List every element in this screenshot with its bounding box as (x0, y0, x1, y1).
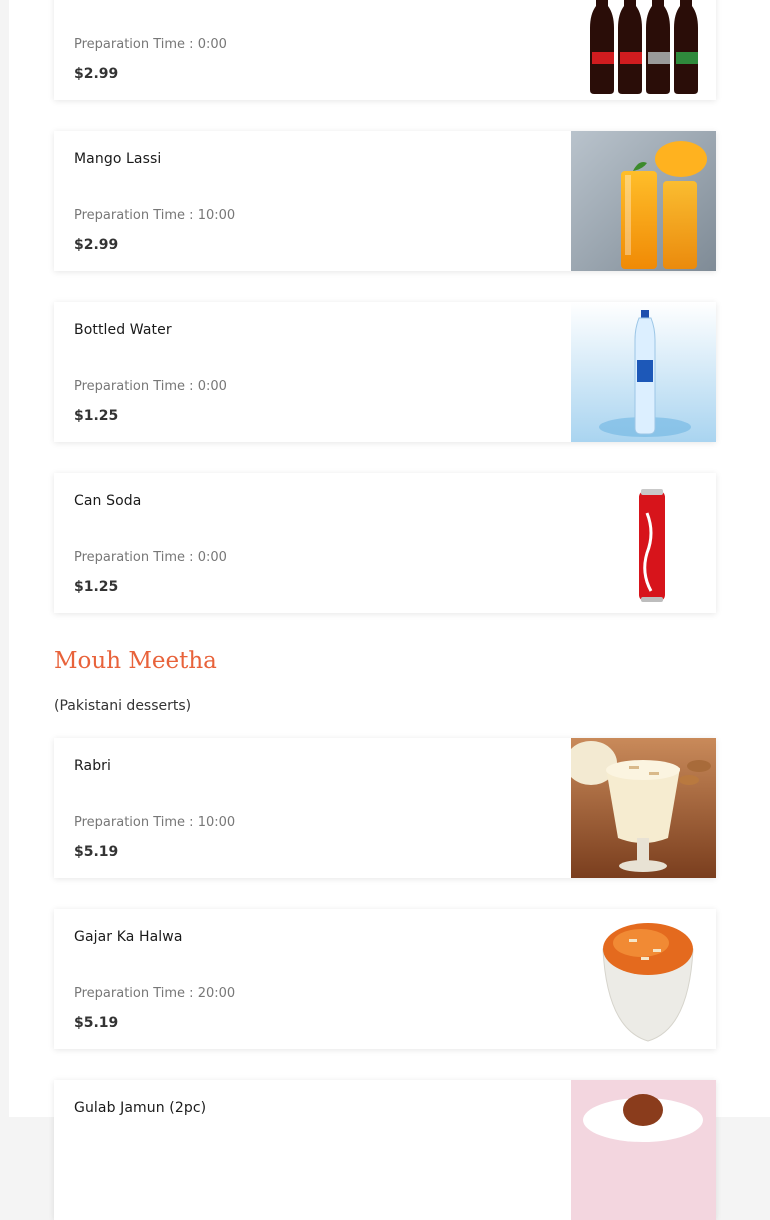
menu-item-card[interactable]: Rabri Preparation Time : 10:00 $5.19 (54, 738, 716, 878)
item-name: Bottled Water (74, 322, 172, 338)
section-subtitle: (Pakistani desserts) (54, 698, 192, 714)
item-name: Can Soda (74, 493, 142, 509)
rabri-image (571, 738, 716, 878)
menu-item-card[interactable]: Can Soda Preparation Time : 0:00 $1.25 (54, 473, 716, 613)
item-price: $5.19 (74, 844, 119, 860)
mango-lassi-image (571, 131, 716, 271)
menu-item-card[interactable]: Preparation Time : 0:00 $2.99 (54, 0, 716, 100)
menu-item-card[interactable]: Bottled Water Preparation Time : 0:00 $1… (54, 302, 716, 442)
item-price: $1.25 (74, 408, 119, 424)
coca-cola-can-image (571, 473, 716, 613)
item-name: Gajar Ka Halwa (74, 929, 183, 945)
item-prep-time: Preparation Time : 20:00 (74, 986, 236, 1001)
item-name: Gulab Jamun (2pc) (74, 1100, 207, 1116)
gulab-jamun-image (571, 1080, 716, 1220)
item-prep-time: Preparation Time : 10:00 (74, 208, 236, 223)
coca-cola-bottles-image (571, 0, 716, 100)
gajar-halwa-image (571, 909, 716, 1049)
item-price: $2.99 (74, 237, 119, 253)
item-name: Mango Lassi (74, 151, 162, 167)
item-price: $1.25 (74, 579, 119, 595)
item-name: Rabri (74, 758, 112, 774)
item-prep-time: Preparation Time : 0:00 (74, 550, 227, 565)
item-prep-time: Preparation Time : 10:00 (74, 815, 236, 830)
item-price: $2.99 (74, 66, 119, 82)
section-title: Mouh Meetha (54, 648, 217, 674)
menu-item-card[interactable]: Gajar Ka Halwa Preparation Time : 20:00 … (54, 909, 716, 1049)
menu-item-card[interactable]: Gulab Jamun (2pc) (54, 1080, 716, 1220)
water-bottle-image (571, 302, 716, 442)
menu-item-card[interactable]: Mango Lassi Preparation Time : 10:00 $2.… (54, 131, 716, 271)
item-price: $5.19 (74, 1015, 119, 1031)
item-prep-time: Preparation Time : 0:00 (74, 379, 227, 394)
item-prep-time: Preparation Time : 0:00 (74, 37, 227, 52)
